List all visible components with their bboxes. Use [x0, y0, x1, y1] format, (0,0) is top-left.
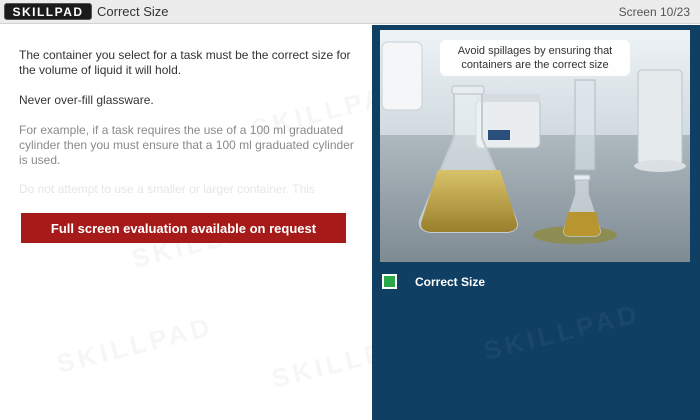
full-screen-evaluation-button[interactable]: Full screen evaluation available on requ…: [21, 213, 346, 243]
watermark-logo: SKILLPAD: [480, 298, 644, 366]
callout-bubble: Avoid spillages by ensuring that contain…: [440, 40, 630, 76]
watermark-logo: SKILLPAD: [268, 326, 372, 394]
content-panel: SKILLPAD SKILLPAD SKILLPAD SKILLPAD The …: [0, 25, 372, 420]
lab-scene-image: Avoid spillages by ensuring that contain…: [380, 30, 690, 262]
callout-text: Avoid spillages by ensuring that contain…: [457, 45, 613, 71]
logo-text: SKILLPAD: [12, 4, 84, 19]
body-text-2: Never over-fill glassware.: [19, 93, 154, 107]
screen-counter: Screen 10/23: [618, 5, 690, 19]
skillpad-logo: SKILLPAD: [4, 3, 92, 20]
body-text-3: For example, if a task requires the use …: [19, 123, 354, 167]
green-status-indicator: [382, 274, 397, 289]
media-caption: Correct Size: [382, 274, 485, 289]
page-title: Correct Size: [97, 4, 169, 19]
top-bar: SKILLPAD Correct Size Screen 10/23: [0, 0, 700, 24]
media-panel: Avoid spillages by ensuring that contain…: [372, 25, 700, 420]
watermark-logo: SKILLPAD: [53, 311, 217, 379]
body-text-1: The container you select for a task must…: [19, 48, 351, 77]
caption-text: Correct Size: [415, 274, 486, 289]
body-text-4: Do not attempt to use a smaller or large…: [19, 182, 315, 196]
